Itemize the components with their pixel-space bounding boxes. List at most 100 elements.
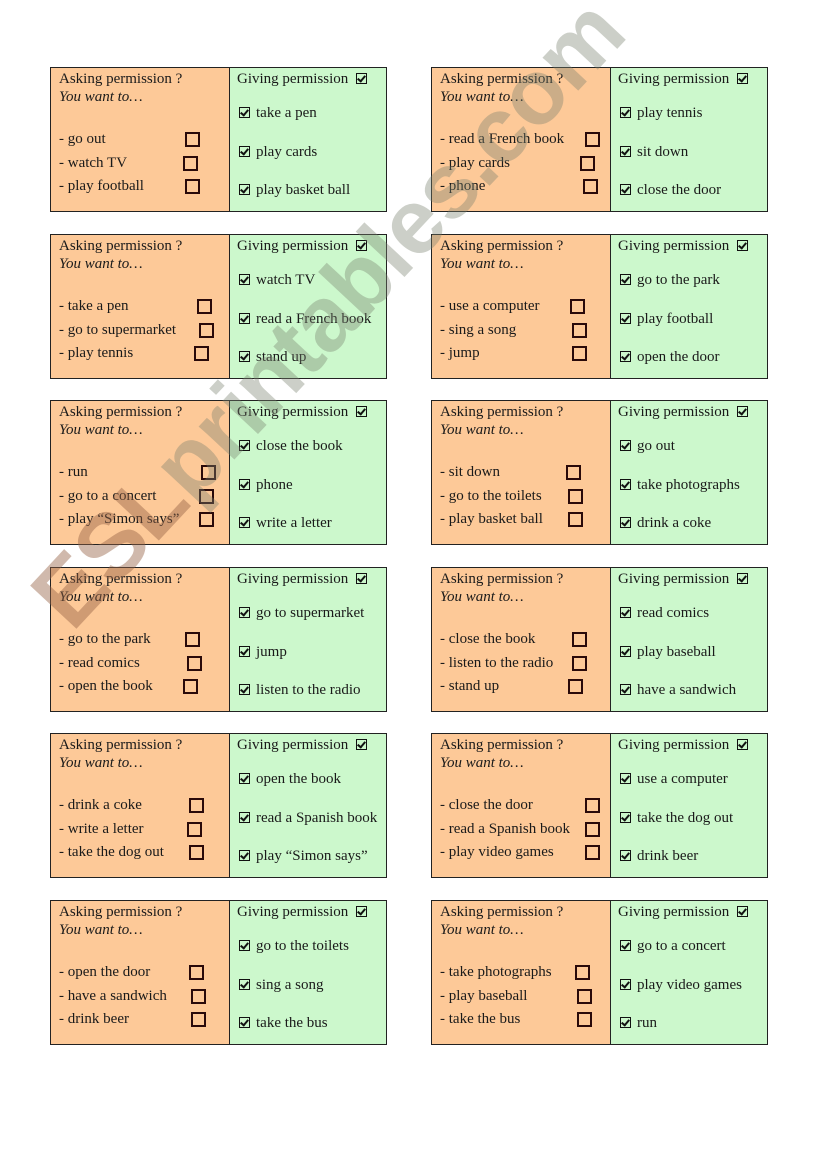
checked-box-icon[interactable] xyxy=(620,645,631,657)
ask-item-label: - write a letter xyxy=(59,820,144,837)
empty-checkbox-icon[interactable] xyxy=(187,655,202,671)
asking-panel: Asking permission ? You want to… - run - go… xyxy=(51,401,230,544)
give-list: go to the toilets sing a song take the bus xyxy=(239,937,384,1053)
empty-checkbox-icon[interactable] xyxy=(189,965,204,980)
give-item: take photographs xyxy=(620,476,765,515)
checked-box-icon[interactable] xyxy=(239,684,250,695)
empty-checkbox-icon[interactable] xyxy=(585,821,600,837)
give-item: play baseball xyxy=(620,643,765,682)
ask-subtitle: You want to… xyxy=(59,755,143,771)
give-item: jump xyxy=(239,643,384,682)
checked-box-icon[interactable] xyxy=(239,478,250,490)
checked-box-icon[interactable] xyxy=(239,940,250,951)
ask-subtitle: You want to… xyxy=(440,755,524,771)
empty-checkbox-icon[interactable] xyxy=(189,845,204,860)
checked-box-icon[interactable] xyxy=(239,850,250,861)
empty-checkbox-icon[interactable] xyxy=(577,988,592,1004)
checked-box-icon[interactable] xyxy=(239,351,250,362)
checked-box-icon[interactable] xyxy=(620,978,631,990)
checked-box-icon[interactable] xyxy=(620,1017,631,1028)
checked-box-icon[interactable] xyxy=(620,773,631,784)
ask-item: - stand up xyxy=(440,675,610,699)
checked-box-icon[interactable] xyxy=(239,184,250,195)
ask-title: Asking permission ? xyxy=(59,571,183,587)
empty-checkbox-icon[interactable] xyxy=(183,679,198,694)
give-list: go to the park play football open the door xyxy=(620,271,765,387)
empty-checkbox-icon[interactable] xyxy=(185,179,200,194)
ask-item-label: - run xyxy=(59,464,88,480)
empty-checkbox-icon[interactable] xyxy=(585,132,600,147)
empty-checkbox-icon[interactable] xyxy=(568,488,583,504)
checked-box-icon[interactable] xyxy=(620,940,631,951)
ask-item: - phone xyxy=(440,175,610,199)
empty-checkbox-icon[interactable] xyxy=(566,465,581,480)
empty-checkbox-icon[interactable] xyxy=(572,655,587,671)
checked-box-icon[interactable] xyxy=(239,1017,250,1028)
empty-checkbox-icon[interactable] xyxy=(191,988,206,1004)
empty-checkbox-icon[interactable] xyxy=(575,965,590,980)
empty-checkbox-icon[interactable] xyxy=(185,132,200,147)
empty-checkbox-icon[interactable] xyxy=(185,632,200,647)
empty-checkbox-icon[interactable] xyxy=(585,798,600,813)
empty-checkbox-icon[interactable] xyxy=(197,299,212,314)
give-title: Giving permission xyxy=(618,570,767,588)
giving-panel: Giving permission read comics play baseba… xyxy=(611,568,767,711)
empty-checkbox-icon[interactable] xyxy=(183,155,198,171)
empty-checkbox-icon[interactable] xyxy=(572,322,587,338)
give-item: go out xyxy=(620,437,765,476)
ask-item-label: - take the dog out xyxy=(59,844,164,860)
checked-box-icon[interactable] xyxy=(620,607,631,618)
checked-box-icon[interactable] xyxy=(620,850,631,861)
permission-card: Asking permission ? You want to… - run - go… xyxy=(50,400,387,545)
ask-list: - go out - watch TV - play football xyxy=(59,128,229,199)
empty-checkbox-icon[interactable] xyxy=(201,465,216,480)
empty-checkbox-icon[interactable] xyxy=(577,1012,592,1027)
ask-subtitle: You want to… xyxy=(440,89,524,105)
checked-box-icon[interactable] xyxy=(620,478,631,490)
checked-box-icon[interactable] xyxy=(620,517,631,528)
empty-checkbox-icon[interactable] xyxy=(572,632,587,647)
empty-checkbox-icon[interactable] xyxy=(580,155,595,171)
checked-box-icon[interactable] xyxy=(620,351,631,362)
empty-checkbox-icon[interactable] xyxy=(572,346,587,361)
empty-checkbox-icon[interactable] xyxy=(199,512,214,527)
empty-checkbox-icon[interactable] xyxy=(199,322,214,338)
give-item-label: close the door xyxy=(637,182,722,198)
empty-checkbox-icon[interactable] xyxy=(194,346,209,361)
checked-box-icon[interactable] xyxy=(239,773,250,784)
checked-box-icon[interactable] xyxy=(239,312,250,324)
empty-checkbox-icon[interactable] xyxy=(187,821,202,837)
checked-box-icon[interactable] xyxy=(239,978,250,990)
checked-box-icon[interactable] xyxy=(239,811,250,823)
empty-checkbox-icon[interactable] xyxy=(568,679,583,694)
empty-checkbox-icon[interactable] xyxy=(189,798,204,813)
ask-subtitle: You want to… xyxy=(59,89,143,105)
checked-box-icon[interactable] xyxy=(620,274,631,285)
ask-item-label: - close the door xyxy=(440,797,533,813)
empty-checkbox-icon[interactable] xyxy=(199,488,214,504)
empty-checkbox-icon[interactable] xyxy=(570,299,585,314)
checked-box-icon[interactable] xyxy=(239,607,250,618)
give-item: open the book xyxy=(239,770,384,809)
checked-box-icon[interactable] xyxy=(239,645,250,657)
checked-box-icon[interactable] xyxy=(620,684,631,695)
ask-item-label: - jump xyxy=(440,345,480,361)
checked-box-icon[interactable] xyxy=(620,145,631,157)
checked-box-icon[interactable] xyxy=(620,811,631,823)
empty-checkbox-icon[interactable] xyxy=(568,512,583,527)
ask-item: - open the book xyxy=(59,675,229,699)
checked-box-icon[interactable] xyxy=(620,312,631,324)
checked-box-icon[interactable] xyxy=(239,145,250,157)
checked-box-icon[interactable] xyxy=(239,274,250,285)
checked-box-icon[interactable] xyxy=(239,107,250,118)
checked-box-icon[interactable] xyxy=(620,107,631,118)
checked-box-icon[interactable] xyxy=(239,440,250,451)
checked-box-icon[interactable] xyxy=(239,517,250,528)
checked-box-icon[interactable] xyxy=(620,440,631,451)
checked-box-icon[interactable] xyxy=(620,184,631,195)
empty-checkbox-icon[interactable] xyxy=(583,179,598,194)
empty-checkbox-icon[interactable] xyxy=(585,845,600,860)
ask-item-label: - take a pen xyxy=(59,298,129,314)
give-item-label: drink beer xyxy=(637,848,699,864)
empty-checkbox-icon[interactable] xyxy=(191,1012,206,1027)
